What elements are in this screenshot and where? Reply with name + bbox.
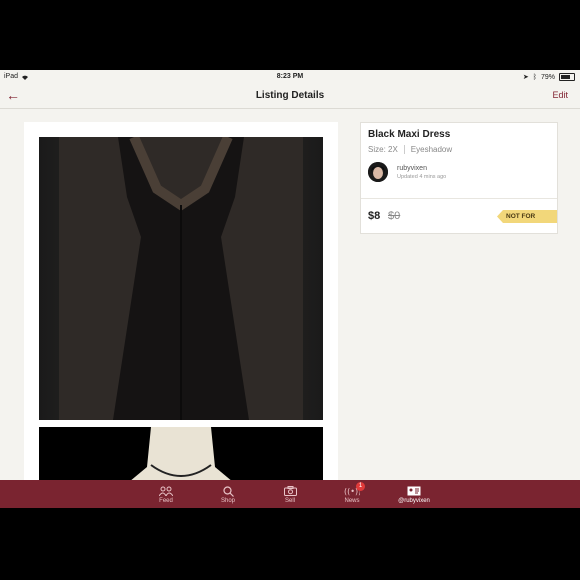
battery-icon xyxy=(559,73,575,81)
tab-news[interactable]: ((•)) 1 News xyxy=(321,480,383,508)
meta-divider xyxy=(403,145,405,154)
tab-feed[interactable]: Feed xyxy=(135,480,197,508)
listing-photo-1[interactable] xyxy=(39,137,323,420)
location-icon: ➤ xyxy=(522,74,529,81)
tab-bar: Feed Shop Sell ((•)) 1 News @rubyvixen xyxy=(0,480,580,508)
listing-meta: Size: 2X Eyeshadow xyxy=(368,145,452,154)
page-title: Listing Details xyxy=(255,90,325,101)
seller-name[interactable]: rubyvixen xyxy=(397,165,427,172)
listing-title: Black Maxi Dress xyxy=(368,129,451,140)
search-icon xyxy=(197,484,259,498)
tab-sell-label: Sell xyxy=(284,498,295,504)
listing-price: $8 xyxy=(368,210,381,222)
broadcast-icon: ((•)) xyxy=(321,484,383,498)
tab-shop[interactable]: Shop xyxy=(197,480,259,508)
navigation-bar: ← Listing Details Edit xyxy=(0,84,580,109)
news-badge: 1 xyxy=(356,482,365,491)
tab-profile[interactable]: @rubyvixen xyxy=(383,480,445,508)
photo-gallery xyxy=(24,122,338,508)
not-for-sale-badge: NOT FOR SALE xyxy=(497,210,557,223)
original-price: $0 xyxy=(388,210,401,222)
listing-info-card: Black Maxi Dress Size: 2X Eyeshadow ruby… xyxy=(360,122,558,234)
profile-card-icon xyxy=(383,484,445,498)
card-divider xyxy=(361,198,557,199)
updated-time: Updated 4 mins ago xyxy=(397,174,447,180)
app-screen: iPad 8:23 PM ➤ ᛒ 79% ← Listing Details E… xyxy=(0,70,580,508)
status-bar: iPad 8:23 PM ➤ ᛒ 79% xyxy=(0,70,580,84)
seller-avatar[interactable] xyxy=(368,162,388,182)
bluetooth-icon: ᛒ xyxy=(532,73,537,81)
battery-label: 79% xyxy=(540,73,555,81)
edit-button[interactable]: Edit xyxy=(552,90,568,100)
camera-icon xyxy=(259,484,321,498)
listing-brand[interactable]: Eyeshadow xyxy=(411,145,452,154)
tab-news-label: News xyxy=(344,498,360,504)
tab-sell[interactable]: Sell xyxy=(259,480,321,508)
listing-size: Size: 2X xyxy=(368,145,398,154)
status-time: 8:23 PM xyxy=(276,73,304,80)
tab-profile-label: @rubyvixen xyxy=(398,498,430,504)
tab-shop-label: Shop xyxy=(220,498,235,504)
people-icon xyxy=(135,484,197,498)
tab-feed-label: Feed xyxy=(159,498,173,504)
